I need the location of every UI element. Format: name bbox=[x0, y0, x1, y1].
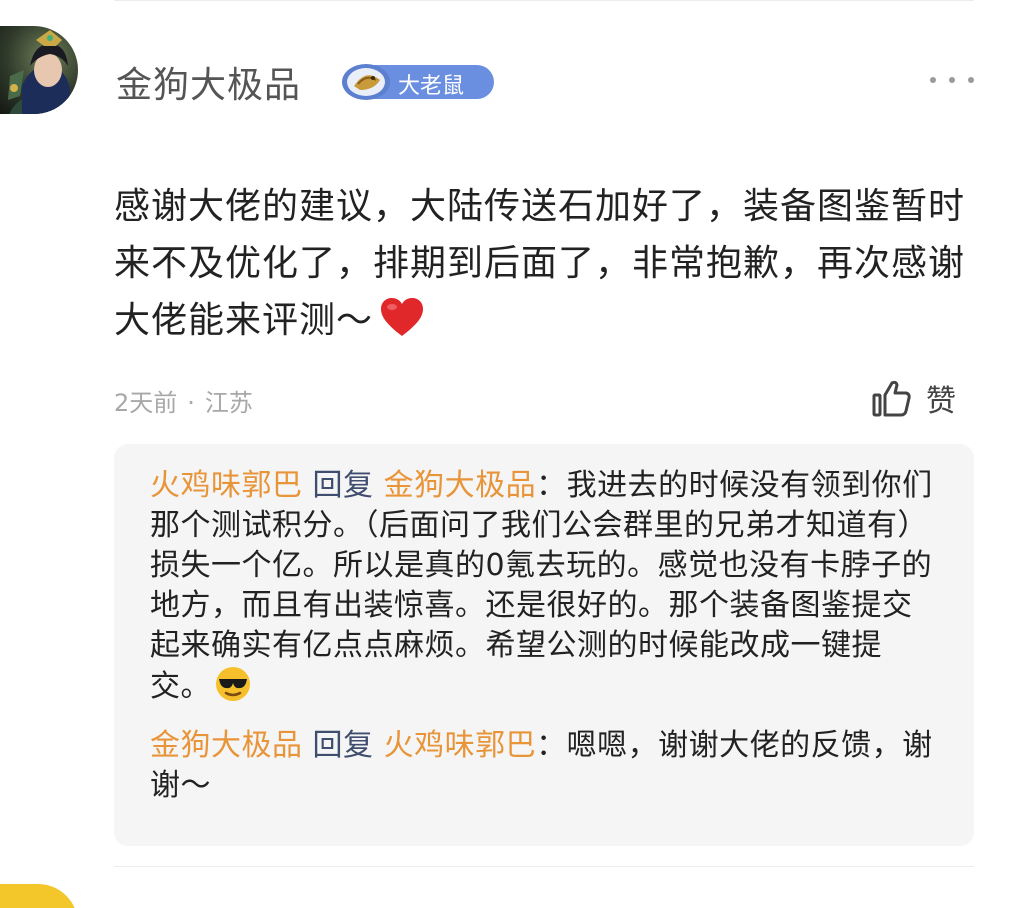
reply-text: 我进去的时候没有领到你们那个测试积分。（后面问了我们公会群里的兄弟才知道有）损失… bbox=[150, 468, 933, 704]
more-dots-icon[interactable] bbox=[930, 70, 974, 90]
rank-emblem-icon bbox=[342, 64, 390, 100]
comment-location: 江苏 bbox=[204, 389, 253, 417]
next-comment-avatar[interactable] bbox=[0, 884, 78, 908]
reply-target[interactable]: 金狗大极品 bbox=[384, 468, 537, 503]
rank-label: 大老鼠 bbox=[398, 74, 465, 99]
comment-time: 2天前 bbox=[114, 389, 178, 417]
meta-separator: · bbox=[187, 389, 195, 417]
replies-panel[interactable]: 火鸡味郭巴 回复 金狗大极品：我进去的时候没有领到你们那个测试积分。（后面问了我… bbox=[114, 444, 974, 846]
comment-username[interactable]: 金狗大极品 bbox=[116, 56, 301, 108]
reply-item[interactable]: 金狗大极品 回复 火鸡味郭巴：嗯嗯，谢谢大佬的反馈，谢谢～ bbox=[150, 726, 940, 806]
reply-target[interactable]: 火鸡味郭巴 bbox=[384, 728, 537, 763]
reply-author[interactable]: 金狗大极品 bbox=[150, 728, 303, 763]
rank-badge: 大老鼠 bbox=[340, 62, 494, 102]
comment-meta: 2天前 · 江苏 bbox=[114, 383, 253, 418]
reply-colon: ： bbox=[536, 728, 567, 763]
red-heart-emoji bbox=[381, 298, 424, 336]
top-divider bbox=[114, 0, 974, 1]
reply-item[interactable]: 火鸡味郭巴 回复 金狗大极品：我进去的时候没有领到你们那个测试积分。（后面问了我… bbox=[150, 466, 940, 707]
bottom-divider bbox=[114, 866, 974, 867]
user-avatar[interactable] bbox=[0, 26, 78, 114]
like-label: 赞 bbox=[926, 384, 956, 419]
reply-verb: 回复 bbox=[312, 468, 374, 503]
comment-text: 感谢大佬的建议，大陆传送石加好了，装备图鉴暂时来不及优化了，排期到后面了，非常抱… bbox=[114, 186, 966, 341]
reply-colon: ： bbox=[536, 468, 567, 503]
thumbs-up-icon bbox=[872, 380, 911, 417]
reply-verb: 回复 bbox=[312, 728, 374, 763]
reply-author[interactable]: 火鸡味郭巴 bbox=[150, 468, 303, 503]
comment-body: 感谢大佬的建议，大陆传送石加好了，装备图鉴暂时来不及优化了，排期到后面了，非常抱… bbox=[114, 178, 980, 349]
sunglasses-emoji bbox=[216, 667, 250, 701]
like-button[interactable]: 赞 bbox=[872, 378, 956, 419]
